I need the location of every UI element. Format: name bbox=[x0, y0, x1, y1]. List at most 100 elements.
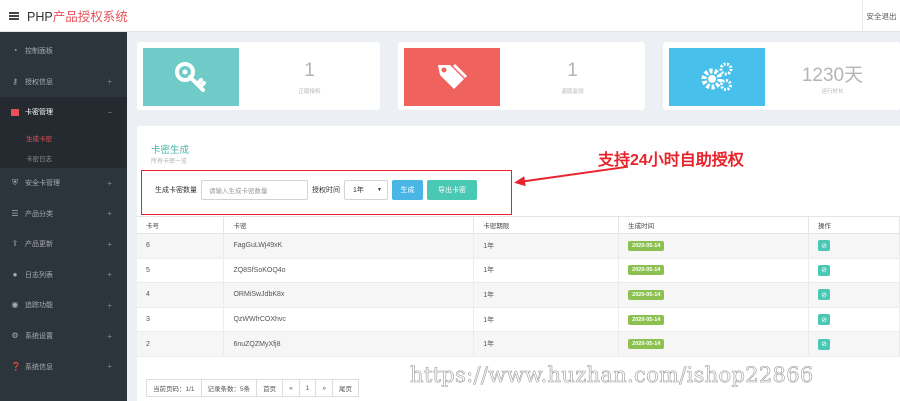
stat-card-piracy: 1 盗版监测 bbox=[398, 42, 645, 110]
disable-button[interactable]: ⊘ bbox=[818, 289, 831, 301]
table-row: 4 ORMiSwJdbK8x 1年 2020-05-14 ⊘ bbox=[137, 282, 900, 308]
column-header: 卡密期限 bbox=[473, 216, 620, 234]
sidebar-item-product-category[interactable]: ☰ 产品分类 + bbox=[0, 198, 127, 229]
disable-button[interactable]: ⊘ bbox=[818, 264, 831, 276]
card-table: 卡号 卡密 卡密期限 生成时间 操作 6 FagGuLWj49xK 1年 202… bbox=[137, 216, 900, 357]
sidebar: ◔ 控制面板 ⚷ 授权信息 + 卡密管理 − 生成卡密 卡密日志 ⛨ 安全卡管理… bbox=[0, 32, 127, 401]
brand-accent: 产品授权系统 bbox=[52, 10, 128, 24]
panel-subtitle: 所有卡密一览 bbox=[151, 159, 188, 165]
sidebar-item-label: 产品分类 bbox=[25, 210, 53, 218]
first-page-button[interactable]: 首页 bbox=[256, 379, 284, 397]
cell-key: 6nuZQZMyXfj8 bbox=[223, 331, 475, 357]
expand-icon: + bbox=[107, 270, 112, 280]
sidebar-item-tracking[interactable]: ◉ 追踪功能 + bbox=[0, 290, 127, 321]
expand-icon: + bbox=[107, 300, 112, 310]
column-header: 卡号 bbox=[137, 216, 225, 234]
sidebar-item-label: 产品更新 bbox=[25, 241, 53, 249]
pagination: 当前页码：1/1 记录条数：5条 首页 « 1 » 尾页 bbox=[146, 379, 360, 397]
cell-key: FagGuLWj49xK bbox=[223, 233, 475, 259]
stat-card-uptime: 1230天 运行时长 bbox=[663, 42, 900, 110]
sidebar-item-license[interactable]: ⚷ 授权信息 + bbox=[0, 67, 127, 98]
dashboard-icon: ◔ bbox=[12, 46, 18, 56]
upload-icon: ⇪ bbox=[11, 239, 19, 249]
annotation-text: 支持24小时自助授权 bbox=[598, 152, 744, 169]
sidebar-subitem-card-log[interactable]: 卡密日志 bbox=[0, 147, 127, 168]
sidebar-item-label: 系统信息 bbox=[25, 363, 53, 371]
sidebar-item-settings[interactable]: ⚙ 系统设置 + bbox=[0, 321, 127, 352]
expand-icon: + bbox=[107, 239, 112, 249]
cell-key: ZQ8SfSoKOQ4o bbox=[223, 258, 475, 284]
sidebar-item-product-update[interactable]: ⇪ 产品更新 + bbox=[0, 229, 127, 260]
column-header: 卡密 bbox=[223, 216, 475, 234]
table-row: 5 ZQ8SfSoKOQ4o 1年 2020-05-14 ⊘ bbox=[137, 258, 900, 284]
column-header: 操作 bbox=[808, 216, 900, 234]
log-icon: ● bbox=[12, 269, 18, 279]
sidebar-subitem-generate[interactable]: 生成卡密 bbox=[0, 127, 127, 148]
key-icon bbox=[143, 48, 239, 106]
stat-label: 正版授权 bbox=[298, 89, 321, 95]
record-count: 记录条数：5条 bbox=[200, 379, 258, 397]
expand-icon: + bbox=[107, 362, 112, 372]
panel-title: 卡密生成 bbox=[151, 145, 190, 156]
sidebar-item-logs[interactable]: ● 日志列表 + bbox=[0, 260, 127, 291]
current-page-button[interactable]: 1 bbox=[298, 379, 317, 397]
sidebar-item-label: 安全卡管理 bbox=[25, 180, 60, 188]
menu-toggle-icon[interactable] bbox=[9, 11, 19, 20]
cell-key: QzWWfrCOXhvc bbox=[223, 307, 475, 333]
cell-term: 1年 bbox=[473, 258, 620, 284]
logout-button[interactable]: 安全退出 bbox=[862, 0, 900, 32]
card-icon bbox=[11, 108, 19, 116]
cell-term: 1年 bbox=[473, 331, 620, 357]
shield-icon: ⛨ bbox=[12, 178, 18, 188]
top-bar: PHP产品授权系统 安全退出 bbox=[0, 0, 900, 32]
expand-icon: + bbox=[107, 209, 112, 219]
page-info: 当前页码：1/1 bbox=[146, 379, 202, 397]
cell-key: ORMiSwJdbK8x bbox=[223, 282, 475, 308]
info-icon: ❓ bbox=[11, 361, 21, 371]
sidebar-item-label: 系统设置 bbox=[25, 333, 53, 341]
sidebar-item-security-card[interactable]: ⛨ 安全卡管理 + bbox=[0, 168, 127, 199]
stat-value: 1230天 bbox=[801, 65, 864, 86]
sidebar-item-label: 授权信息 bbox=[25, 78, 53, 86]
expand-icon: + bbox=[107, 178, 112, 188]
watermark: https://www.huzhan.com/ishop22866 bbox=[410, 363, 814, 388]
stat-label: 运行时长 bbox=[821, 89, 844, 95]
sidebar-item-dashboard[interactable]: ◔ 控制面板 bbox=[0, 36, 127, 67]
track-icon: ◉ bbox=[11, 300, 19, 310]
table-header-row: 卡号 卡密 卡密期限 生成时间 操作 bbox=[137, 216, 900, 234]
cell-term: 1年 bbox=[473, 282, 620, 308]
cell-id: 5 bbox=[137, 258, 225, 284]
disable-button[interactable]: ⊘ bbox=[818, 314, 831, 326]
prev-page-button[interactable]: « bbox=[282, 379, 300, 397]
annotation-highlight-box bbox=[141, 170, 512, 215]
stat-value: 1 bbox=[567, 60, 578, 81]
cell-id: 2 bbox=[137, 331, 225, 357]
table-row: 3 QzWWfrCOXhvc 1年 2020-05-14 ⊘ bbox=[137, 307, 900, 333]
cell-term: 1年 bbox=[473, 307, 620, 333]
sidebar-item-label: 追踪功能 bbox=[25, 302, 53, 310]
cell-id: 3 bbox=[137, 307, 225, 333]
annotation-arrow-head bbox=[513, 176, 526, 188]
sidebar-item-label: 日志列表 bbox=[25, 271, 53, 279]
table-row: 2 6nuZQZMyXfj8 1年 2020-05-14 ⊘ bbox=[137, 331, 900, 357]
cell-id: 4 bbox=[137, 282, 225, 308]
sidebar-item-card-management[interactable]: 卡密管理 − bbox=[0, 97, 127, 128]
key-icon: ⚷ bbox=[12, 76, 18, 86]
app-title: PHP产品授权系统 bbox=[27, 6, 128, 25]
sidebar-item-label: 控制面板 bbox=[25, 48, 53, 56]
sidebar-item-system-info[interactable]: ❓ 系统信息 + bbox=[0, 351, 127, 382]
column-header: 生成时间 bbox=[618, 216, 810, 234]
sidebar-item-label: 卡密管理 bbox=[25, 109, 53, 117]
tags-icon bbox=[404, 48, 500, 106]
date-badge: 2020-05-14 bbox=[628, 289, 665, 300]
brand-prefix: PHP bbox=[27, 10, 53, 24]
stat-label: 盗版监测 bbox=[561, 89, 584, 95]
disable-button[interactable]: ⊘ bbox=[818, 240, 831, 252]
expand-icon: + bbox=[107, 77, 112, 87]
last-page-button[interactable]: 尾页 bbox=[332, 379, 360, 397]
next-page-button[interactable]: » bbox=[315, 379, 334, 397]
list-icon: ☰ bbox=[11, 208, 19, 218]
disable-button[interactable]: ⊘ bbox=[818, 338, 831, 350]
date-badge: 2020-05-14 bbox=[628, 339, 665, 350]
stat-card-license: 1 正版授权 bbox=[137, 42, 380, 110]
